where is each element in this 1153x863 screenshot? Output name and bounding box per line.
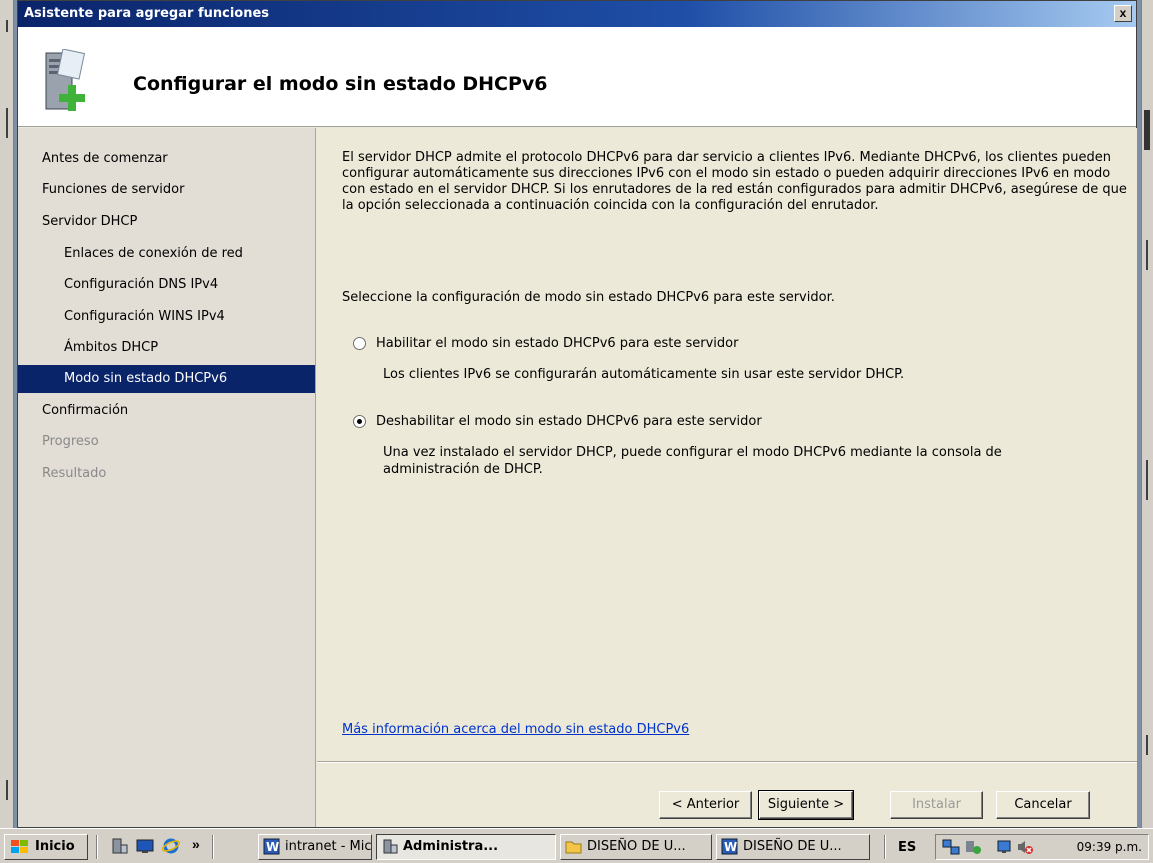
task-administrador[interactable]: Administra...: [376, 834, 556, 860]
step-dns-ipv4[interactable]: Configuración DNS IPv4: [18, 271, 315, 299]
window-title: Asistente para agregar funciones: [24, 6, 270, 21]
step-enlaces-conexion[interactable]: Enlaces de conexión de red: [18, 240, 315, 268]
word-icon: W: [263, 838, 280, 855]
server-manager-quicklaunch-icon[interactable]: [110, 837, 128, 855]
wizard-steps-sidebar: Antes de comenzar Funciones de servidor …: [18, 128, 316, 827]
footer-divider: [317, 761, 1137, 763]
description-text: El servidor DHCP admite el protocolo DHC…: [342, 150, 1127, 213]
volume-muted-icon[interactable]: [1016, 838, 1034, 856]
enable-stateless-radio[interactable]: [353, 337, 366, 350]
task-diseno-word[interactable]: W DISEÑO DE U...: [716, 834, 870, 860]
next-button[interactable]: Siguiente >: [758, 790, 854, 820]
step-ambitos-dhcp[interactable]: Ámbitos DHCP: [18, 334, 315, 362]
start-label: Inicio: [35, 839, 75, 854]
windows-update-icon[interactable]: [996, 838, 1014, 856]
svg-text:W: W: [724, 840, 737, 854]
more-info-link[interactable]: Más información acerca del modo sin esta…: [342, 722, 689, 737]
taskbar: Inicio » W intranet - Mic... Administra.…: [0, 828, 1153, 863]
background-window-left-edge: [0, 0, 14, 828]
title-bar[interactable]: Asistente para agregar funciones x: [18, 1, 1136, 27]
page-title: Configurar el modo sin estado DHCPv6: [133, 73, 548, 95]
step-wins-ipv4[interactable]: Configuración WINS IPv4: [18, 303, 315, 331]
wizard-content: El servidor DHCP admite el protocolo DHC…: [317, 128, 1137, 827]
task-intranet[interactable]: W intranet - Mic...: [258, 834, 372, 860]
system-tray: 09:39 p.m.: [935, 834, 1149, 860]
word-icon: W: [721, 838, 738, 855]
server-manager-icon: [383, 839, 398, 854]
step-confirmacion[interactable]: Confirmación: [18, 397, 315, 425]
folder-icon: [565, 841, 582, 854]
security-update-icon[interactable]: [964, 838, 982, 856]
selection-prompt: Seleccione la configuración de modo sin …: [342, 290, 835, 305]
step-resultado: Resultado: [42, 466, 107, 481]
disable-stateless-description: Una vez instalado el servidor DHCP, pued…: [383, 445, 1002, 477]
disable-stateless-label[interactable]: Deshabilitar el modo sin estado DHCPv6 p…: [376, 414, 762, 429]
step-antes-de-comenzar[interactable]: Antes de comenzar: [18, 145, 315, 173]
taskbar-divider: [96, 835, 98, 859]
server-add-icon: [45, 49, 86, 111]
wizard-window: Asistente para agregar funciones x Confi…: [17, 0, 1137, 828]
disable-stateless-radio[interactable]: [353, 415, 366, 428]
quicklaunch-overflow-button[interactable]: »: [192, 836, 200, 852]
wizard-header: Configurar el modo sin estado DHCPv6: [18, 27, 1136, 127]
step-modo-sin-estado-dhcpv6[interactable]: Modo sin estado DHCPv6: [18, 365, 315, 393]
enable-stateless-option[interactable]: Habilitar el modo sin estado DHCPv6 para…: [353, 336, 738, 351]
step-servidor-dhcp[interactable]: Servidor DHCP: [18, 208, 315, 236]
task-diseno-folder[interactable]: DISEÑO DE U...: [560, 834, 712, 860]
step-funciones-de-servidor[interactable]: Funciones de servidor: [18, 176, 315, 204]
disable-stateless-option[interactable]: Deshabilitar el modo sin estado DHCPv6 p…: [353, 414, 762, 429]
install-button: Instalar: [890, 791, 983, 819]
close-button[interactable]: x: [1114, 5, 1132, 22]
background-window-right-edge: [1141, 0, 1153, 828]
cancel-button[interactable]: Cancelar: [996, 791, 1090, 819]
taskbar-divider: [212, 835, 214, 859]
close-icon: x: [1119, 6, 1127, 20]
start-button[interactable]: Inicio: [4, 834, 88, 860]
back-button[interactable]: < Anterior: [659, 791, 752, 819]
internet-explorer-icon[interactable]: [162, 837, 180, 855]
network-icon[interactable]: [942, 838, 960, 856]
language-indicator[interactable]: ES: [898, 840, 916, 855]
clock[interactable]: 09:39 p.m.: [1077, 840, 1142, 854]
step-progreso: Progreso: [42, 434, 99, 449]
windows-logo-icon: [11, 840, 28, 853]
enable-stateless-description: Los clientes IPv6 se configurarán automá…: [383, 367, 905, 382]
svg-text:W: W: [266, 840, 279, 854]
enable-stateless-label[interactable]: Habilitar el modo sin estado DHCPv6 para…: [376, 336, 738, 351]
show-desktop-icon[interactable]: [136, 837, 154, 855]
taskbar-divider: [884, 835, 886, 859]
